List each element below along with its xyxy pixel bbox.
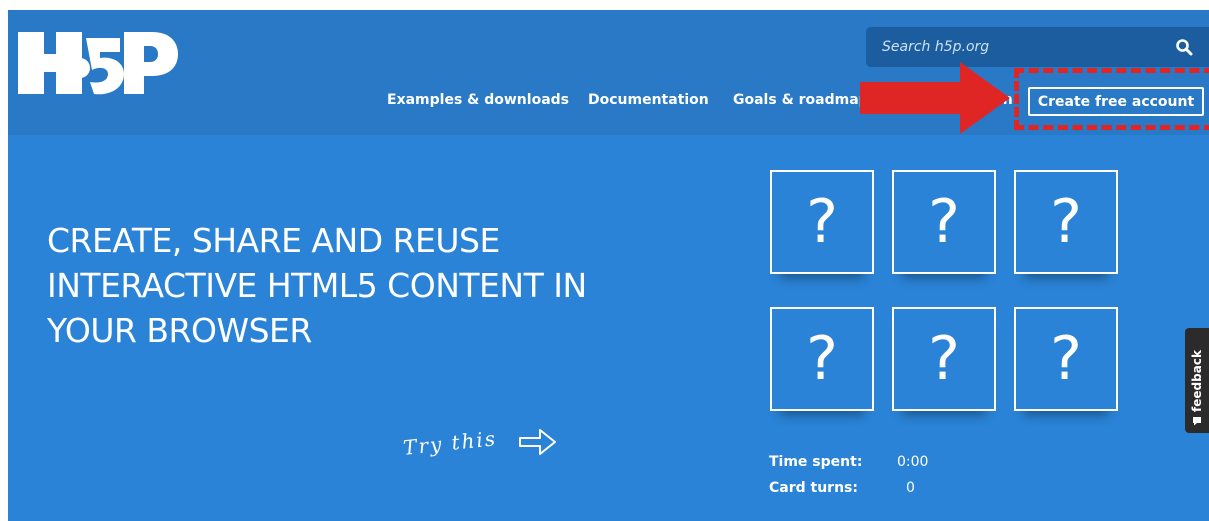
memory-card[interactable]: ?	[770, 307, 874, 411]
nav-examples-downloads[interactable]: Examples & downloads	[387, 92, 569, 108]
search-icon[interactable]	[1175, 38, 1193, 56]
hand-arrow-icon	[519, 429, 556, 455]
h5p-logo[interactable]	[12, 28, 182, 100]
try-this-label: Try this	[402, 426, 499, 460]
time-spent-value: 0:00	[897, 454, 929, 470]
feedback-tab[interactable]: feedback	[1185, 328, 1209, 433]
annotation-arrow-icon	[860, 62, 1010, 134]
search-bar	[866, 27, 1209, 67]
memory-card[interactable]: ?	[1014, 307, 1118, 411]
site-header: Examples & downloads Documentation Goals…	[8, 10, 1209, 135]
search-input[interactable]	[866, 27, 1156, 67]
time-spent-label: Time spent:	[769, 454, 863, 470]
memory-card[interactable]: ?	[1014, 170, 1118, 274]
speech-bubble-icon	[1193, 417, 1201, 426]
memory-card[interactable]: ?	[892, 307, 996, 411]
memory-card[interactable]: ?	[892, 170, 996, 274]
create-account-button[interactable]: Create free account	[1028, 87, 1204, 116]
nav-documentation[interactable]: Documentation	[588, 92, 709, 108]
nav-login[interactable]: in	[998, 92, 1013, 108]
card-turns-value: 0	[906, 480, 915, 496]
feedback-label: feedback	[1190, 349, 1204, 412]
page-frame: Examples & downloads Documentation Goals…	[8, 10, 1209, 521]
hero-headline: CREATE, SHARE AND REUSE INTERACTIVE HTML…	[47, 221, 587, 350]
try-this-hint: Try this	[402, 425, 573, 465]
memory-card[interactable]: ?	[770, 170, 874, 274]
card-turns-label: Card turns:	[769, 480, 858, 496]
nav-goals-roadmap[interactable]: Goals & roadmap	[733, 92, 869, 108]
